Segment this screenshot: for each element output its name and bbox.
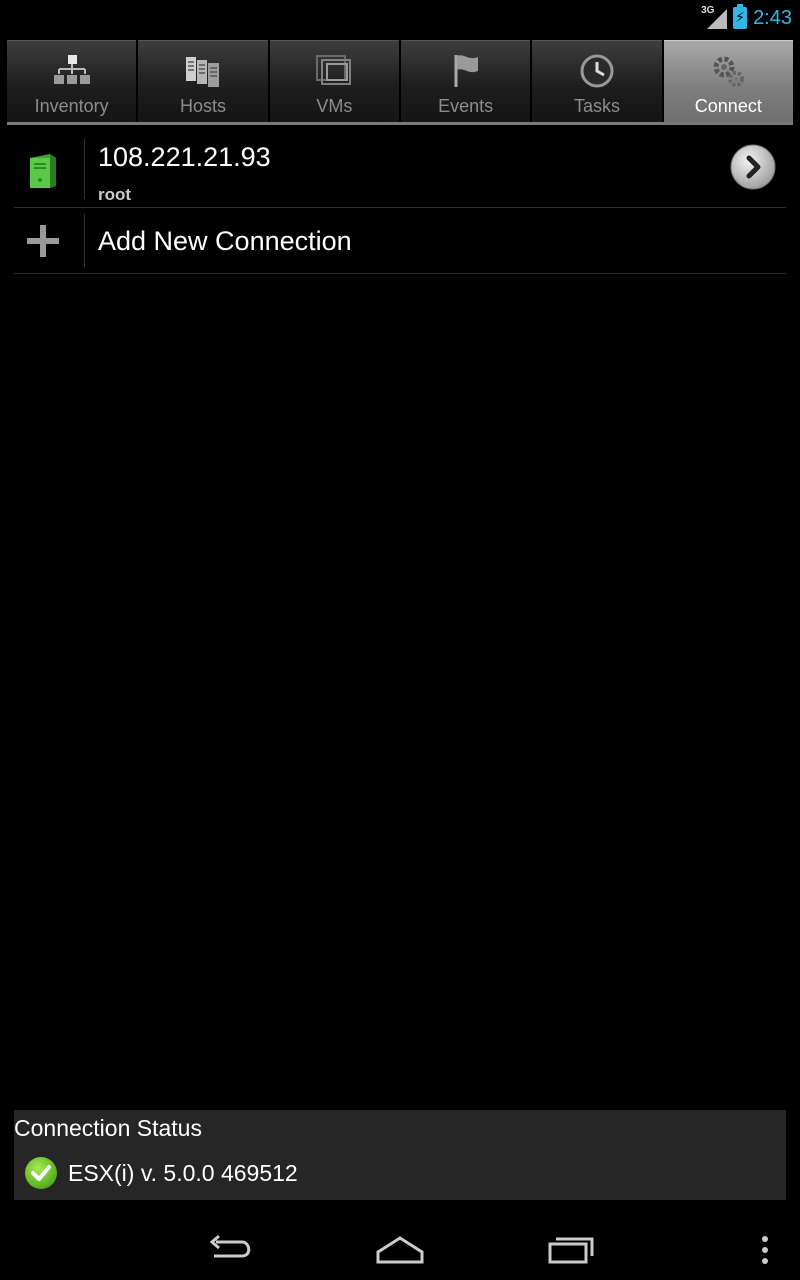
tab-vms[interactable]: VMs — [269, 40, 399, 123]
add-connection-label: Add New Connection — [98, 226, 352, 256]
recent-apps-icon[interactable] — [546, 1232, 598, 1266]
green-server-icon — [30, 154, 56, 188]
divider — [84, 138, 85, 199]
vms-icon — [316, 55, 352, 85]
signal-icon: 3G — [701, 5, 728, 29]
clock-icon — [580, 54, 614, 88]
tab-label: Events — [438, 96, 494, 116]
connection-status-title: Connection Status — [14, 1115, 202, 1141]
tab-connect[interactable]: Connect — [663, 40, 793, 123]
connection-list: 108.221.21.93 root Add New Connection — [14, 130, 786, 274]
green-check-icon — [25, 1157, 57, 1189]
battery-charging-icon: ⚡ — [733, 4, 748, 29]
connection-item[interactable]: 108.221.21.93 root — [14, 130, 786, 208]
hosts-icon — [185, 57, 219, 87]
tab-label: Connect — [694, 96, 762, 116]
clock: 2:43 — [753, 6, 792, 29]
inventory-icon — [53, 55, 90, 84]
tab-label: Hosts — [179, 96, 226, 116]
gears-icon — [713, 56, 745, 87]
status-bar: 3G ⚡ 2:43 — [0, 0, 800, 36]
navigation-bar — [0, 1210, 800, 1280]
add-connection-item[interactable]: Add New Connection — [14, 208, 786, 274]
plus-icon — [27, 225, 59, 257]
chevron-right-icon[interactable] — [730, 144, 776, 190]
tab-tasks[interactable]: Tasks — [532, 40, 662, 123]
home-icon[interactable] — [374, 1232, 426, 1266]
tab-indicator-line — [7, 122, 793, 125]
divider — [84, 214, 85, 267]
tab-inventory[interactable]: Inventory — [7, 40, 137, 123]
overflow-menu-icon[interactable] — [758, 1234, 772, 1266]
tab-events[interactable]: Events — [400, 40, 531, 123]
connection-status-text: ESX(i) v. 5.0.0 469512 — [68, 1160, 298, 1186]
status-icons: 3G ⚡ 2:43 — [701, 4, 792, 32]
tab-label: VMs — [316, 96, 353, 116]
connection-user: root — [98, 185, 132, 204]
tab-label: Inventory — [34, 96, 109, 116]
connection-host: 108.221.21.93 — [98, 142, 271, 172]
tab-hosts[interactable]: Hosts — [138, 40, 268, 123]
connection-status-panel: Connection Status ESX(i) v. 5.0.0 469512 — [14, 1110, 786, 1200]
back-icon[interactable] — [204, 1232, 256, 1266]
tab-label: Tasks — [573, 96, 620, 116]
tab-bar: Inventory Hosts VMs Events Tasks Connect — [7, 40, 793, 123]
flag-icon — [454, 55, 478, 87]
